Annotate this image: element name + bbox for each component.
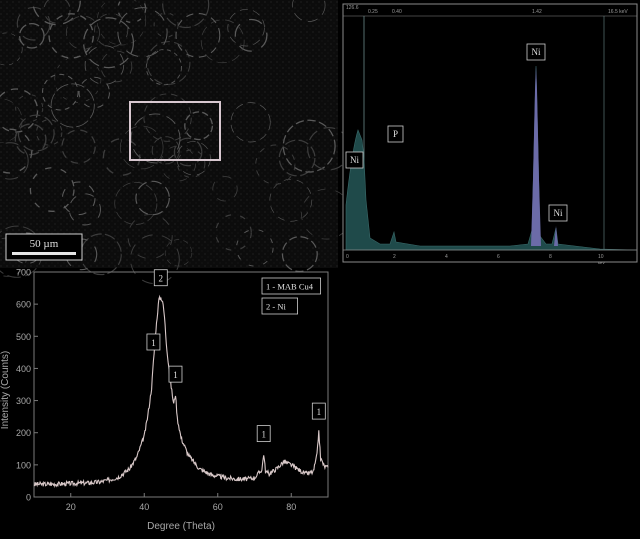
eds-tick-label: 0 — [346, 254, 349, 260]
svg-text:2 - Ni: 2 - Ni — [266, 302, 286, 312]
y-tick-label: 700 — [16, 268, 31, 278]
figure-root: 50 µm 126.6 0.25 0.40 1.42 16.5 keV 0 2 … — [0, 0, 640, 534]
peak-label: 1 — [168, 365, 183, 383]
xrd-series-line — [33, 294, 329, 489]
figure-canvas: 50 µm 126.6 0.25 0.40 1.42 16.5 keV 0 2 … — [0, 0, 638, 532]
eds-header-right2: 16.5 keV — [608, 9, 628, 15]
y-tick-label: 300 — [16, 396, 31, 406]
svg-text:Ni: Ni — [350, 155, 359, 165]
eds-peak-label-ni-2: Ni — [526, 43, 546, 61]
eds-tick-label: 4 — [445, 254, 448, 260]
y-tick-label: 200 — [16, 428, 31, 438]
x-tick-label: 60 — [213, 502, 223, 512]
y-tick-label: 400 — [16, 364, 31, 374]
x-tick-label: 40 — [139, 502, 149, 512]
peak-label: 2 — [153, 269, 168, 287]
eds-peak-label-ni-3: Ni — [548, 204, 568, 222]
eds-header-left: 126.6 — [346, 5, 359, 11]
xrd-legend: 1 - MAB Cu4 2 - Ni — [261, 277, 321, 315]
scale-bar-line — [12, 252, 76, 255]
eds-tick-label: 2 — [393, 254, 396, 260]
legend-entry: 2 - Ni — [261, 297, 298, 315]
svg-text:2: 2 — [159, 274, 164, 284]
eds-x-unit: keV — [598, 260, 605, 265]
xrd-x-ticks: 20 40 60 80 — [66, 493, 296, 512]
sem-micrograph: 50 µm — [0, 0, 352, 285]
sem-background — [0, 0, 338, 268]
svg-text:1: 1 — [151, 338, 156, 348]
svg-text:1: 1 — [261, 430, 266, 440]
eds-header-right1: 1.42 — [532, 9, 542, 15]
scale-bar-label: 50 µm — [30, 238, 59, 250]
eds-peak-label-ni-1: Ni — [345, 151, 364, 169]
eds-spectrum: 126.6 0.25 0.40 1.42 16.5 keV 0 2 4 6 8 … — [342, 3, 638, 265]
peak-label: 1 — [311, 402, 326, 420]
eds-tick-label: 6 — [497, 254, 500, 260]
xrd-y-ticks: 0 100 200 300 400 500 600 700 — [16, 268, 38, 503]
y-tick-label: 0 — [26, 493, 31, 503]
x-tick-label: 20 — [66, 502, 76, 512]
eds-frame — [342, 3, 638, 263]
svg-text:1: 1 — [173, 370, 178, 380]
peak-label: 1 — [256, 425, 271, 443]
x-tick-label: 80 — [286, 502, 296, 512]
svg-text:1 - MAB Cu4: 1 - MAB Cu4 — [266, 282, 314, 292]
y-tick-label: 100 — [16, 460, 31, 470]
y-axis-label: Intensity (Counts) — [0, 351, 11, 429]
xrd-peak-labels: 1 2 1 1 1 — [146, 269, 326, 443]
svg-text:Ni: Ni — [554, 208, 563, 218]
eds-peak-label-p: P — [387, 125, 404, 143]
svg-text:P: P — [393, 129, 398, 139]
eds-header-mid2: 0.40 — [392, 9, 402, 15]
y-tick-label: 600 — [16, 300, 31, 310]
legend-entry: 1 - MAB Cu4 — [261, 277, 321, 295]
peak-label: 1 — [146, 333, 161, 351]
y-tick-label: 500 — [16, 332, 31, 342]
eds-tick-label: 8 — [549, 254, 552, 260]
xrd-chart: 0 100 200 300 400 500 600 700 20 40 60 80 1 2 1 1 1 1 … — [0, 268, 329, 532]
x-axis-label: Degree (Theta) — [147, 521, 215, 532]
svg-text:1: 1 — [317, 407, 322, 417]
svg-text:Ni: Ni — [532, 47, 541, 57]
eds-header-mid1: 0.25 — [368, 9, 378, 15]
